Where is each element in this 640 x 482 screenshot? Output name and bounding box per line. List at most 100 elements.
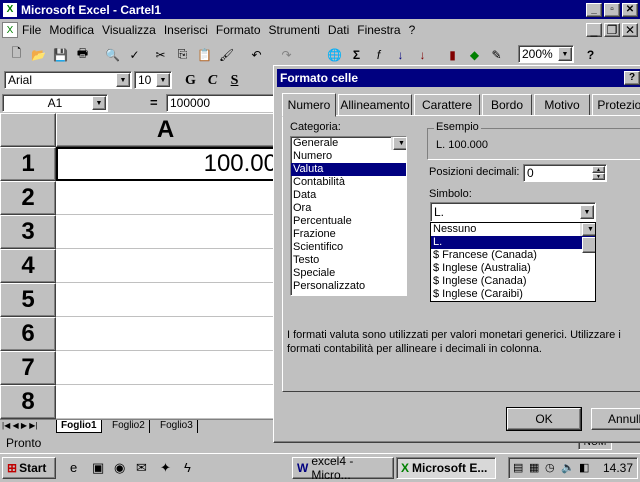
list-item-selected[interactable]: Valuta <box>291 163 406 176</box>
list-item[interactable]: $ Francese (Canada) <box>431 249 595 262</box>
speaker-icon[interactable]: 🔈 <box>561 461 575 474</box>
underline-button[interactable]: S <box>224 70 245 91</box>
menu-dati[interactable]: Dati <box>324 23 353 37</box>
list-item[interactable]: $ Inglese (Caraibi) <box>431 288 595 301</box>
symbol-select[interactable]: L. ▼ <box>430 202 596 222</box>
menu-file[interactable]: File <box>18 23 45 37</box>
chevron-down-icon[interactable]: ▼ <box>580 205 594 219</box>
taskbar-item-excel[interactable]: X Microsoft E... <box>396 457 496 479</box>
list-item[interactable]: Contabilità <box>291 176 406 189</box>
row-header[interactable]: 4 <box>0 249 56 283</box>
tray-network-icon[interactable]: ▤ <box>513 461 523 474</box>
list-item[interactable]: Nessuno <box>431 223 595 236</box>
list-item[interactable]: Personalizzato <box>291 280 406 293</box>
lightning-icon[interactable]: ϟ <box>184 460 191 475</box>
chevron-down-icon[interactable]: ▼ <box>156 73 170 87</box>
sheet-tab-foglio2[interactable]: Foglio2 <box>108 420 150 433</box>
tray-scheduler-icon[interactable]: ◷ <box>545 461 555 474</box>
sort-descending-icon[interactable]: ↓ <box>412 44 433 65</box>
print-preview-icon[interactable]: 🔍 <box>102 44 123 65</box>
row-header[interactable]: 7 <box>0 351 56 385</box>
function-icon[interactable]: f <box>368 44 389 65</box>
menu-finestra[interactable]: Finestra <box>353 23 404 37</box>
menu-inserisci[interactable]: Inserisci <box>160 23 212 37</box>
cancel-button[interactable]: Annulla <box>591 408 640 430</box>
chevron-down-icon[interactable]: ▼ <box>92 96 106 110</box>
doc-close-button[interactable]: ✕ <box>622 23 638 37</box>
ok-button[interactable]: OK <box>506 407 582 431</box>
row-header[interactable]: 5 <box>0 283 56 317</box>
chart-wizard-icon[interactable]: ▮ <box>442 44 463 65</box>
open-icon[interactable]: 📂 <box>28 44 49 65</box>
list-item[interactable]: $ Inglese (Australia) <box>431 262 595 275</box>
cell-a2[interactable] <box>56 181 275 215</box>
desktop-icon[interactable]: ▣ <box>92 460 104 476</box>
undo-icon[interactable]: ↶ <box>246 44 267 65</box>
quick-launch-icon[interactable]: ✦ <box>160 460 171 476</box>
row-header[interactable]: 1 <box>0 147 56 181</box>
menu-visualizza[interactable]: Visualizza <box>98 23 160 37</box>
scroll-thumb[interactable] <box>582 237 595 253</box>
maximize-button[interactable]: ▫ <box>604 2 620 17</box>
scroll-down-icon[interactable]: ▼ <box>393 137 406 150</box>
cell-a5[interactable] <box>56 283 275 317</box>
list-item[interactable]: Generale <box>291 137 406 150</box>
new-icon[interactable]: 🗋 <box>6 44 27 65</box>
row-header[interactable]: 2 <box>0 181 56 215</box>
minimize-button[interactable]: _ <box>586 2 602 17</box>
menu-help[interactable]: ? <box>405 23 420 37</box>
italic-button[interactable]: C <box>202 70 223 91</box>
channels-icon[interactable]: ◉ <box>114 460 125 476</box>
tab-numero[interactable]: Numero <box>282 93 336 117</box>
list-item[interactable]: Ora <box>291 202 406 215</box>
menu-strumenti[interactable]: Strumenti <box>265 23 324 37</box>
symbol-scrollbar[interactable]: ▲ ▼ <box>580 223 595 253</box>
cell-a7[interactable] <box>56 351 275 385</box>
spelling-icon[interactable]: ✓ <box>124 44 145 65</box>
name-box[interactable]: A1 ▼ <box>2 94 108 112</box>
decimals-stepper[interactable]: 0 ▲ ▼ <box>523 164 607 182</box>
help-icon[interactable]: ? <box>580 44 601 65</box>
drawing-icon[interactable]: ✎ <box>486 44 507 65</box>
start-button[interactable]: ⊞ Start <box>2 457 56 479</box>
doc-restore-button[interactable]: ❐ <box>604 23 620 37</box>
chevron-down-icon[interactable]: ▼ <box>558 47 572 61</box>
list-item[interactable]: $ Inglese (Canada) <box>431 275 595 288</box>
tab-motivo[interactable]: Motivo <box>534 94 590 116</box>
cell-a8[interactable] <box>56 385 275 419</box>
list-item[interactable]: Percentuale <box>291 215 406 228</box>
list-item-selected[interactable]: L. <box>431 236 595 249</box>
paste-icon[interactable]: 📋 <box>194 44 215 65</box>
zoom-select[interactable]: 200% ▼ <box>518 45 574 63</box>
tray-monitor-icon[interactable]: ▦ <box>529 461 539 474</box>
row-header[interactable]: 8 <box>0 385 56 419</box>
bold-button[interactable]: G <box>180 70 201 91</box>
dialog-help-button[interactable]: ? <box>624 71 640 85</box>
cut-icon[interactable]: ✂ <box>150 44 171 65</box>
cell-a3[interactable] <box>56 215 275 249</box>
font-size-select[interactable]: 10 ▼ <box>134 71 172 89</box>
sheet-tab-foglio3[interactable]: Foglio3 <box>156 420 198 433</box>
sort-ascending-icon[interactable]: ↓ <box>390 44 411 65</box>
category-list[interactable]: Generale Numero Valuta Contabilità Data … <box>290 136 407 296</box>
copy-icon[interactable]: ⎘ <box>172 44 193 65</box>
symbol-dropdown-list[interactable]: Nessuno L. $ Francese (Canada) $ Inglese… <box>430 222 596 302</box>
autosum-icon[interactable]: Σ <box>346 44 367 65</box>
cell-a4[interactable] <box>56 249 275 283</box>
list-item[interactable]: Numero <box>291 150 406 163</box>
list-item[interactable]: Frazione <box>291 228 406 241</box>
map-icon[interactable]: ◆ <box>464 44 485 65</box>
tab-scroll-arrows[interactable]: |◀ ◀ ▶ ▶| <box>2 421 37 430</box>
row-header[interactable]: 6 <box>0 317 56 351</box>
doc-minimize-button[interactable]: _ <box>586 23 602 37</box>
taskbar-item-excel4[interactable]: W excel4 - Micro... <box>292 454 394 482</box>
scroll-down-icon[interactable]: ▼ <box>582 223 595 236</box>
chevron-down-icon[interactable]: ▼ <box>116 73 130 87</box>
spin-down-icon[interactable]: ▼ <box>592 173 605 180</box>
close-button[interactable]: ✕ <box>622 2 638 17</box>
menu-modifica[interactable]: Modifica <box>45 23 98 37</box>
save-icon[interactable]: 💾 <box>50 44 71 65</box>
tab-carattere[interactable]: Carattere <box>414 94 480 116</box>
cell-a6[interactable] <box>56 317 275 351</box>
select-all-corner[interactable] <box>0 113 56 147</box>
